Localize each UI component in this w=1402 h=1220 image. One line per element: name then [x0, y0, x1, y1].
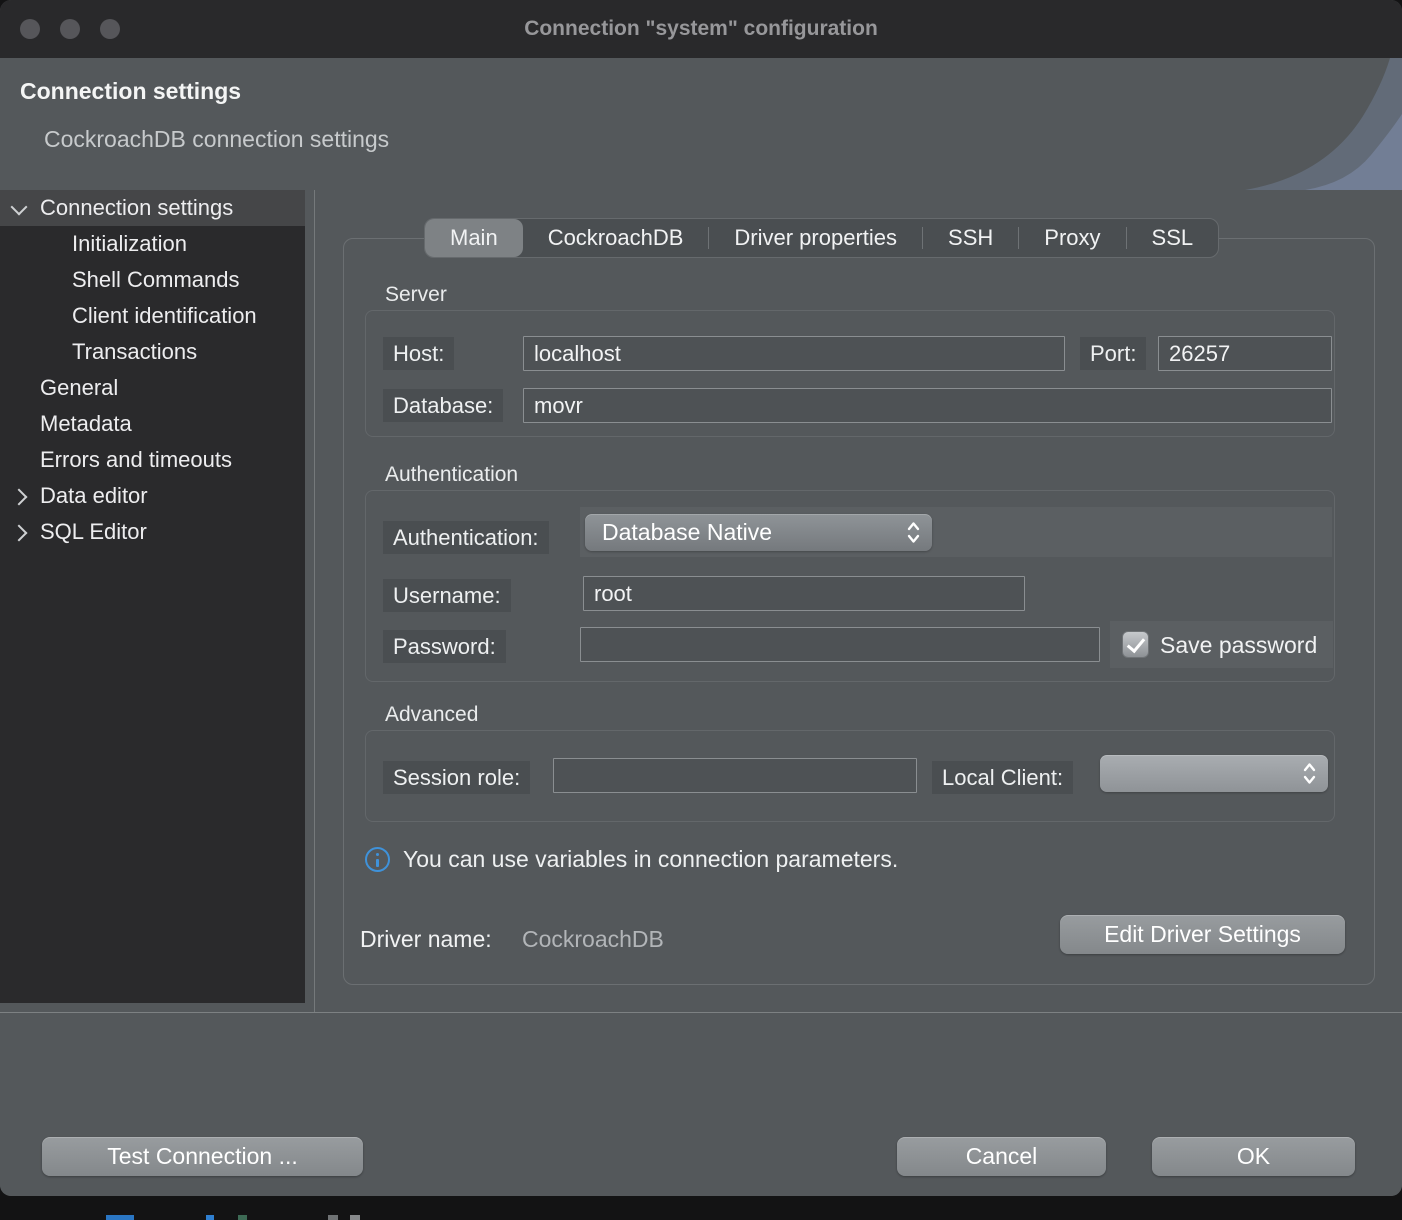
test-connection-button[interactable]: Test Connection ... [42, 1137, 363, 1176]
authentication-label: Authentication: [383, 521, 549, 554]
host-input[interactable] [523, 336, 1065, 371]
save-password-label: Save password [1160, 632, 1317, 659]
tab-ssh[interactable]: SSH [923, 219, 1018, 257]
session-role-input[interactable] [553, 758, 917, 793]
authentication-selected-value: Database Native [602, 519, 772, 545]
settings-tree: Connection settings Initialization Shell… [0, 190, 305, 1003]
authentication-select[interactable]: Database Native [585, 514, 932, 551]
session-role-label: Session role: [383, 761, 530, 794]
database-label: Database: [383, 389, 503, 422]
titlebar: Connection "system" configuration [0, 0, 1402, 58]
window-title: Connection "system" configuration [0, 0, 1402, 58]
connection-tabs: Main CockroachDB Driver properties SSH P… [424, 218, 1219, 258]
local-client-label: Local Client: [932, 761, 1073, 794]
username-label: Username: [383, 579, 511, 612]
sidebar-item-shell-commands[interactable]: Shell Commands [0, 262, 305, 298]
authentication-section-label: Authentication [385, 463, 518, 487]
desktop-background-strip [0, 1196, 1402, 1220]
database-input[interactable] [523, 388, 1332, 423]
host-label: Host: [383, 337, 454, 370]
username-input[interactable] [583, 576, 1025, 611]
background-fragment [238, 1215, 247, 1220]
page-subtitle: CockroachDB connection settings [44, 126, 389, 153]
updown-chevrons-icon [906, 521, 921, 544]
connection-configuration-dialog: Connection "system" configuration Connec… [0, 0, 1402, 1196]
sidebar-item-client-identification[interactable]: Client identification [0, 298, 305, 334]
decorative-swoosh [1120, 58, 1402, 190]
tab-main[interactable]: Main [425, 219, 523, 257]
sidebar-item-initialization[interactable]: Initialization [0, 226, 305, 262]
chevron-right-icon[interactable] [11, 489, 28, 506]
server-section-label: Server [385, 283, 447, 307]
dialog-header: Connection settings CockroachDB connecti… [0, 58, 1402, 190]
driver-name-label: Driver name: [360, 926, 492, 953]
chevron-right-icon[interactable] [11, 525, 28, 542]
advanced-section-label: Advanced [385, 703, 478, 727]
info-icon [365, 847, 390, 872]
password-label: Password: [383, 630, 506, 663]
background-fragment [106, 1215, 134, 1220]
local-client-select[interactable] [1100, 755, 1328, 792]
sidebar-divider [314, 190, 315, 1012]
port-input[interactable] [1158, 336, 1332, 371]
sidebar-item-errors-and-timeouts[interactable]: Errors and timeouts [0, 442, 305, 478]
chevron-down-icon[interactable] [11, 199, 28, 216]
sidebar-item-metadata[interactable]: Metadata [0, 406, 305, 442]
save-password-checkbox[interactable] [1122, 631, 1149, 658]
cancel-button[interactable]: Cancel [897, 1137, 1106, 1176]
tab-ssl[interactable]: SSL [1127, 219, 1219, 257]
background-fragment [328, 1215, 338, 1220]
edit-driver-settings-button[interactable]: Edit Driver Settings [1060, 915, 1345, 954]
sidebar-item-connection-settings[interactable]: Connection settings [0, 190, 305, 226]
updown-chevrons-icon [1302, 762, 1317, 785]
sidebar-item-sql-editor[interactable]: SQL Editor [0, 514, 305, 550]
tab-cockroachdb[interactable]: CockroachDB [523, 219, 709, 257]
info-message: You can use variables in connection para… [403, 846, 898, 873]
background-fragment [206, 1215, 214, 1220]
ok-button[interactable]: OK [1152, 1137, 1355, 1176]
tab-proxy[interactable]: Proxy [1019, 219, 1125, 257]
footer-divider [0, 1012, 1402, 1013]
sidebar-item-data-editor[interactable]: Data editor [0, 478, 305, 514]
driver-name-value: CockroachDB [522, 926, 664, 953]
page-title: Connection settings [20, 78, 241, 105]
sidebar-item-transactions[interactable]: Transactions [0, 334, 305, 370]
password-input[interactable] [580, 627, 1100, 662]
sidebar-item-general[interactable]: General [0, 370, 305, 406]
tab-driver-properties[interactable]: Driver properties [709, 219, 922, 257]
save-password-group: Save password [1110, 621, 1333, 668]
port-label: Port: [1080, 337, 1146, 370]
background-fragment [350, 1215, 360, 1220]
